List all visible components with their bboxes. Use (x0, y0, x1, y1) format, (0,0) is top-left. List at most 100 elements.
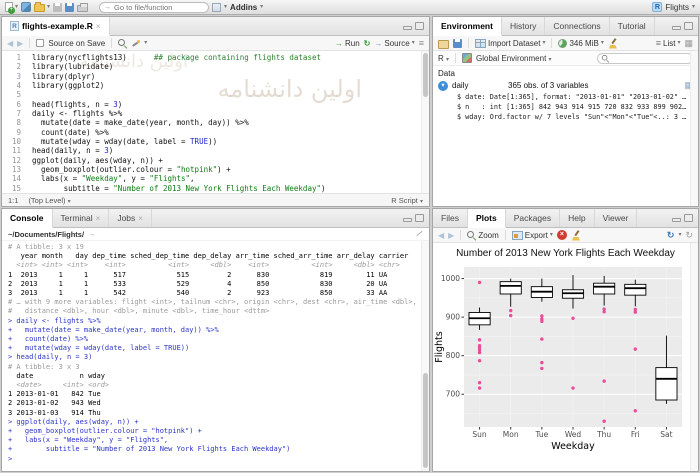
minimize-pane-icon[interactable] (672, 26, 681, 30)
project-selector[interactable]: R Flights ▾ (652, 2, 695, 12)
refresh-plot-icon[interactable]: ↻ (685, 230, 693, 241)
save-icon[interactable] (53, 2, 63, 12)
minimize-pane-icon[interactable] (403, 218, 412, 222)
editor-statusbar: 1:1 (Top Level) ▾ R Script ▾ (2, 193, 429, 206)
tab-terminal[interactable]: Terminal × (53, 209, 110, 227)
minimize-pane-icon[interactable] (403, 26, 412, 30)
clear-workspace-broom-icon[interactable] (608, 38, 618, 49)
tab-packages[interactable]: Packages (506, 209, 561, 227)
close-icon[interactable]: × (138, 214, 143, 223)
memory-pie-icon (558, 38, 568, 48)
close-icon[interactable]: × (96, 214, 101, 223)
tab-viewer[interactable]: Viewer (595, 209, 638, 227)
goto-file-input[interactable] (114, 2, 205, 12)
close-icon[interactable]: × (96, 22, 101, 31)
source-arrow-icon: → (374, 38, 383, 48)
view-mode-label: List (663, 38, 676, 48)
environment-scope-row: R ▾ Global Environment ▾ (433, 51, 698, 66)
console-working-directory: ~/Documents/Flights/ → (2, 228, 429, 241)
console-scroll-thumb[interactable] (423, 373, 428, 468)
tab-console[interactable]: Console (2, 209, 53, 228)
tab-connections[interactable]: Connections (545, 17, 610, 35)
save-all-icon[interactable] (65, 2, 75, 12)
chevron-down-icon: ▾ (144, 40, 148, 46)
previous-plot-icon[interactable]: ◀ (438, 231, 444, 240)
console-pane: Console Terminal × Jobs × ~/Documents/Flig… (1, 208, 430, 472)
load-workspace-icon[interactable] (438, 39, 449, 49)
chevron-down-icon: ▾ (47, 4, 51, 10)
editor-scrollbar[interactable] (421, 51, 429, 193)
document-outline-icon[interactable]: ≡ (419, 38, 424, 48)
run-button[interactable]: → Run (335, 39, 360, 48)
environment-search-input[interactable] (611, 54, 689, 62)
maximize-pane-icon[interactable] (415, 214, 424, 222)
forward-icon[interactable]: ▶ (17, 39, 23, 48)
tab-flights-example[interactable]: R flights-example.R × (2, 17, 110, 36)
environment-toolbar: Import Dataset ▾ 346 MiB ▾ ≡ List ▾ ▦ (433, 36, 698, 51)
tab-history[interactable]: History (502, 17, 546, 35)
remove-plot-icon[interactable]: × (556, 230, 567, 240)
source-on-save-label: Source on Save (48, 38, 106, 48)
language-selector[interactable]: R ▾ (438, 54, 449, 63)
tab-help[interactable]: Help (560, 209, 595, 227)
zoom-plot-button[interactable]: Zoom (467, 230, 499, 240)
expand-object-icon[interactable]: ▾ (438, 80, 448, 91)
addins-icon[interactable] (212, 2, 222, 12)
environment-selector[interactable]: Global Environment ▾ (476, 54, 552, 63)
goto-directory-icon[interactable]: → (88, 231, 95, 238)
object-details: $ date: Date[1:365], format: "2013-01-01… (457, 93, 687, 121)
open-file-button[interactable]: ▾ (34, 2, 50, 12)
next-plot-icon[interactable]: ▶ (448, 231, 454, 240)
memory-usage-button[interactable]: 346 MiB ▾ (558, 38, 604, 48)
boxplot-chart: Sun Mon Tue Wed Thu Fri Sat 700 800 900 1000 Weekda… (434, 267, 682, 452)
file-type-selector[interactable]: R Script ▾ (391, 196, 423, 205)
goto-file-search[interactable]: → (99, 1, 210, 13)
run-arrow-icon: → (334, 38, 343, 48)
console-scrollbar[interactable] (421, 241, 429, 471)
chevron-down-icon: ▾ (542, 40, 546, 46)
environment-tabbar: Environment History Connections Tutorial (433, 17, 698, 36)
editor-code[interactable]: library(nycflights13) ## package contain… (26, 51, 429, 193)
editor-scroll-thumb[interactable] (423, 53, 428, 97)
tab-plots[interactable]: Plots (467, 209, 506, 228)
environment-scrollbar[interactable] (690, 51, 698, 206)
tab-files[interactable]: Files (433, 209, 468, 227)
scope-selector[interactable]: (Top Level) ▾ (28, 196, 70, 205)
maximize-pane-icon[interactable] (415, 22, 424, 30)
maximize-pane-icon[interactable] (684, 214, 693, 222)
environment-search[interactable] (597, 52, 693, 64)
find-replace-icon[interactable] (118, 38, 127, 48)
export-plot-button[interactable]: Export ▾ (511, 230, 553, 240)
source-button[interactable]: → Source ▾ (374, 39, 414, 48)
publish-icon[interactable]: ↻ (667, 230, 675, 241)
import-dataset-button[interactable]: Import Dataset ▾ (475, 38, 546, 48)
svg-text:Mon: Mon (503, 430, 519, 439)
tab-tutorial[interactable]: Tutorial (610, 17, 655, 35)
plots-scrollbar[interactable] (690, 243, 698, 471)
svg-text:Tue: Tue (534, 430, 548, 439)
object-row-daily[interactable]: ▾ daily 365 obs. of 3 variables ▦ (433, 79, 698, 92)
code-tools-icon[interactable] (131, 39, 141, 48)
maximize-pane-icon[interactable] (684, 22, 693, 30)
console-output[interactable]: # A tibble: 3 x 19 year month day dep_ti… (2, 241, 420, 471)
addins-menu[interactable]: Addins (230, 3, 257, 12)
svg-text:Sun: Sun (472, 430, 487, 439)
memory-usage-label: 346 MiB (569, 38, 599, 48)
rerun-icon[interactable]: ↻ (364, 39, 371, 48)
tab-environment[interactable]: Environment (433, 17, 502, 36)
code-editor[interactable]: 12345678910111213141516 library(nycfligh… (2, 51, 429, 193)
svg-text:900: 900 (446, 313, 461, 322)
back-icon[interactable]: ◀ (7, 39, 13, 48)
clear-console-icon[interactable] (416, 231, 423, 237)
minimize-pane-icon[interactable] (672, 218, 681, 222)
grid-view-icon[interactable]: ▦ (684, 38, 693, 49)
clear-plots-broom-icon[interactable] (571, 230, 581, 241)
view-mode-button[interactable]: ≡ List ▾ (656, 38, 681, 48)
save-workspace-icon[interactable] (453, 38, 462, 48)
new-project-icon[interactable] (21, 2, 32, 12)
chevron-down-icon: ▾ (600, 40, 604, 46)
new-file-button[interactable]: + ▾ (5, 2, 18, 14)
source-on-save-checkbox[interactable] (36, 39, 45, 47)
print-icon[interactable] (77, 3, 89, 12)
tab-jobs[interactable]: Jobs × (109, 209, 152, 227)
